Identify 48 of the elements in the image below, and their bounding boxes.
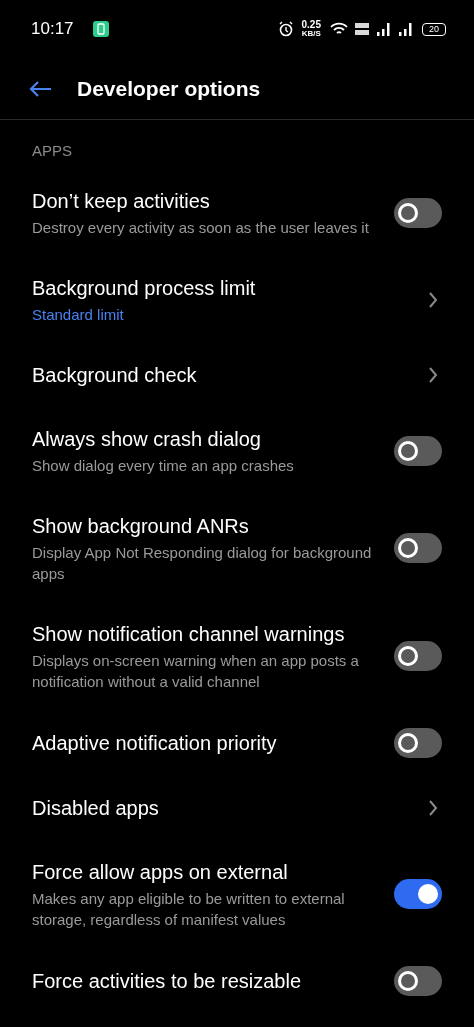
section-header: APPS: [32, 142, 73, 159]
item-value: Standard limit: [32, 305, 125, 325]
item-title: Force activities to be resizable: [32, 969, 302, 994]
item-description: Display App Not Responding dialog for background apps: [32, 543, 372, 584]
toggle-switch[interactable]: [394, 533, 442, 563]
item-description: Displays on-screen warning when an app posts a notification without a valid channel: [32, 651, 360, 692]
item-title: Show background ANRs: [32, 514, 250, 539]
item-description: Show dialog every time an app crashes: [32, 456, 295, 476]
toggle-switch[interactable]: [394, 197, 442, 228]
item-title: Force allow apps on external: [32, 860, 289, 885]
toggle-switch[interactable]: [394, 728, 442, 758]
item-title: Disabled apps: [32, 796, 160, 821]
chevron-right-icon: [428, 290, 438, 309]
settings-item[interactable]: Force activities to be resizable: [0, 948, 474, 1014]
toggle-switch[interactable]: [394, 641, 442, 671]
item-title: Don’t keep activities: [32, 189, 211, 214]
item-title: Adaptive notification priority: [32, 731, 278, 756]
toggle-switch[interactable]: [394, 966, 442, 996]
page-title: Developer options: [77, 75, 261, 102]
settings-item[interactable]: Background process limit Standard limit: [0, 256, 474, 343]
settings-item[interactable]: Show background ANRs Display App Not Responding dialog for background apps: [0, 494, 474, 602]
chevron-right-icon: [428, 799, 438, 817]
wifi-icon: [330, 22, 348, 36]
settings-item[interactable]: Always show crash dialog Show dialog every time an app crashes: [0, 407, 474, 494]
battery-saver-icon: [92, 21, 109, 37]
alarm-icon: [277, 21, 294, 37]
item-title: Show notification channel warnings: [32, 622, 346, 647]
settings-item[interactable]: Adaptive notification priority: [0, 710, 474, 776]
settings-item[interactable]: Disabled apps: [0, 776, 474, 840]
signal-icon: [398, 22, 414, 36]
network-speed-unit: KB/S: [301, 30, 321, 38]
chevron-right-icon: [428, 366, 438, 384]
settings-item[interactable]: Force allow apps on external Makes any app eligible to be written to external storage, regardless of manifest values: [0, 840, 474, 948]
battery-indicator: 20: [422, 22, 446, 36]
settings-item[interactable]: Don’t keep activities Destroy every activity as soon as the user leaves it: [0, 169, 474, 256]
toggle-switch[interactable]: [394, 879, 442, 909]
item-title: Always show crash dialog: [32, 427, 262, 452]
settings-item[interactable]: Show notification channel warnings Displays on-screen warning when an app posts a notification without a valid channel: [0, 602, 474, 710]
item-title: Background process limit: [32, 276, 257, 301]
item-description: Destroy every activity as soon as the user leaves it: [32, 218, 370, 238]
network-speed: 0.25: [301, 20, 321, 30]
settings-item[interactable]: Background check: [0, 343, 474, 407]
signal-icon: [376, 22, 392, 36]
toggle-switch[interactable]: [394, 435, 442, 466]
item-title: Background check: [32, 363, 198, 388]
item-description: Makes any app eligible to be written to external storage, regardless of manifest values: [32, 889, 346, 930]
back-arrow-icon[interactable]: [28, 79, 52, 98]
clock-time: 10:17: [31, 18, 74, 41]
